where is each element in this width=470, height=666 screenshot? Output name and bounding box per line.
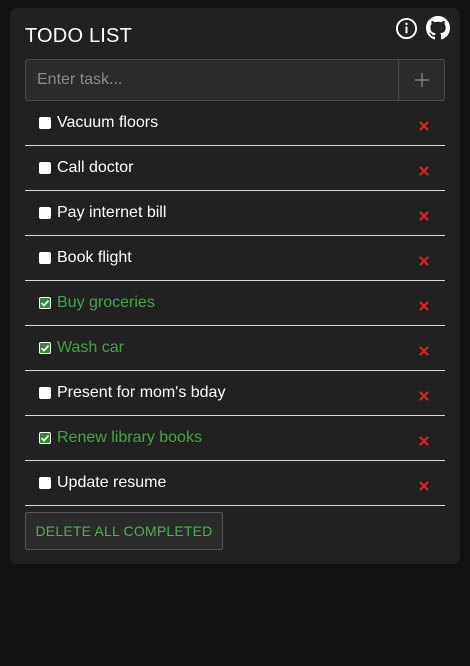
todo-label: Vacuum floors [57,114,159,131]
delete-task-icon[interactable] [419,118,429,131]
delete-task-icon[interactable] [419,163,429,176]
github-icon[interactable] [426,16,450,40]
todo-item: Buy groceries [25,281,445,326]
todo-checkbox[interactable] [39,207,51,219]
delete-task-icon[interactable] [419,433,429,446]
delete-task-icon[interactable] [419,298,429,311]
todo-item: Call doctor [25,146,445,191]
delete-task-icon[interactable] [419,478,429,491]
todo-label: Wash car [57,339,124,356]
todo-item: Update resume [25,461,445,506]
todo-item: Wash car [25,326,445,371]
todo-card: TODO LIST Vacuum floors Call doctor Pay in… [10,8,460,564]
todo-checkbox[interactable] [39,342,51,354]
delete-task-icon[interactable] [419,388,429,401]
delete-task-icon[interactable] [419,253,429,266]
todo-label: Call doctor [57,159,134,176]
info-icon[interactable] [394,16,418,40]
todo-checkbox[interactable] [39,162,51,174]
todo-checkbox[interactable] [39,252,51,264]
todo-label: Update resume [57,474,167,491]
task-input[interactable] [25,59,399,101]
plus-icon [414,73,429,87]
todo-label: Buy groceries [57,294,155,311]
todo-label: Book flight [57,249,132,266]
todo-checkbox[interactable] [39,477,51,489]
delete-task-icon[interactable] [419,343,429,356]
todo-item: Vacuum floors [25,101,445,146]
app-title: TODO LIST [25,25,133,47]
checkmark-icon [40,300,50,307]
new-task-row [25,59,445,101]
todo-checkbox[interactable] [39,117,51,129]
todo-item: Present for mom's bday [25,371,445,416]
todo-item: Renew library books [25,416,445,461]
todo-list: Vacuum floors Call doctor Pay internet bil… [25,101,445,506]
todo-label: Renew library books [57,429,202,446]
todo-label: Pay internet bill [57,204,167,221]
add-task-button[interactable] [399,59,445,101]
todo-checkbox[interactable] [39,387,51,399]
todo-item: Book flight [25,236,445,281]
todo-checkbox[interactable] [39,297,51,309]
checkmark-icon [40,435,50,442]
todo-item: Pay internet bill [25,191,445,236]
delete-task-icon[interactable] [419,208,429,221]
delete-all-completed-button[interactable]: DELETE ALL COMPLETED [25,512,223,550]
todo-label: Present for mom's bday [57,384,226,401]
checkmark-icon [40,345,50,352]
todo-checkbox[interactable] [39,432,51,444]
